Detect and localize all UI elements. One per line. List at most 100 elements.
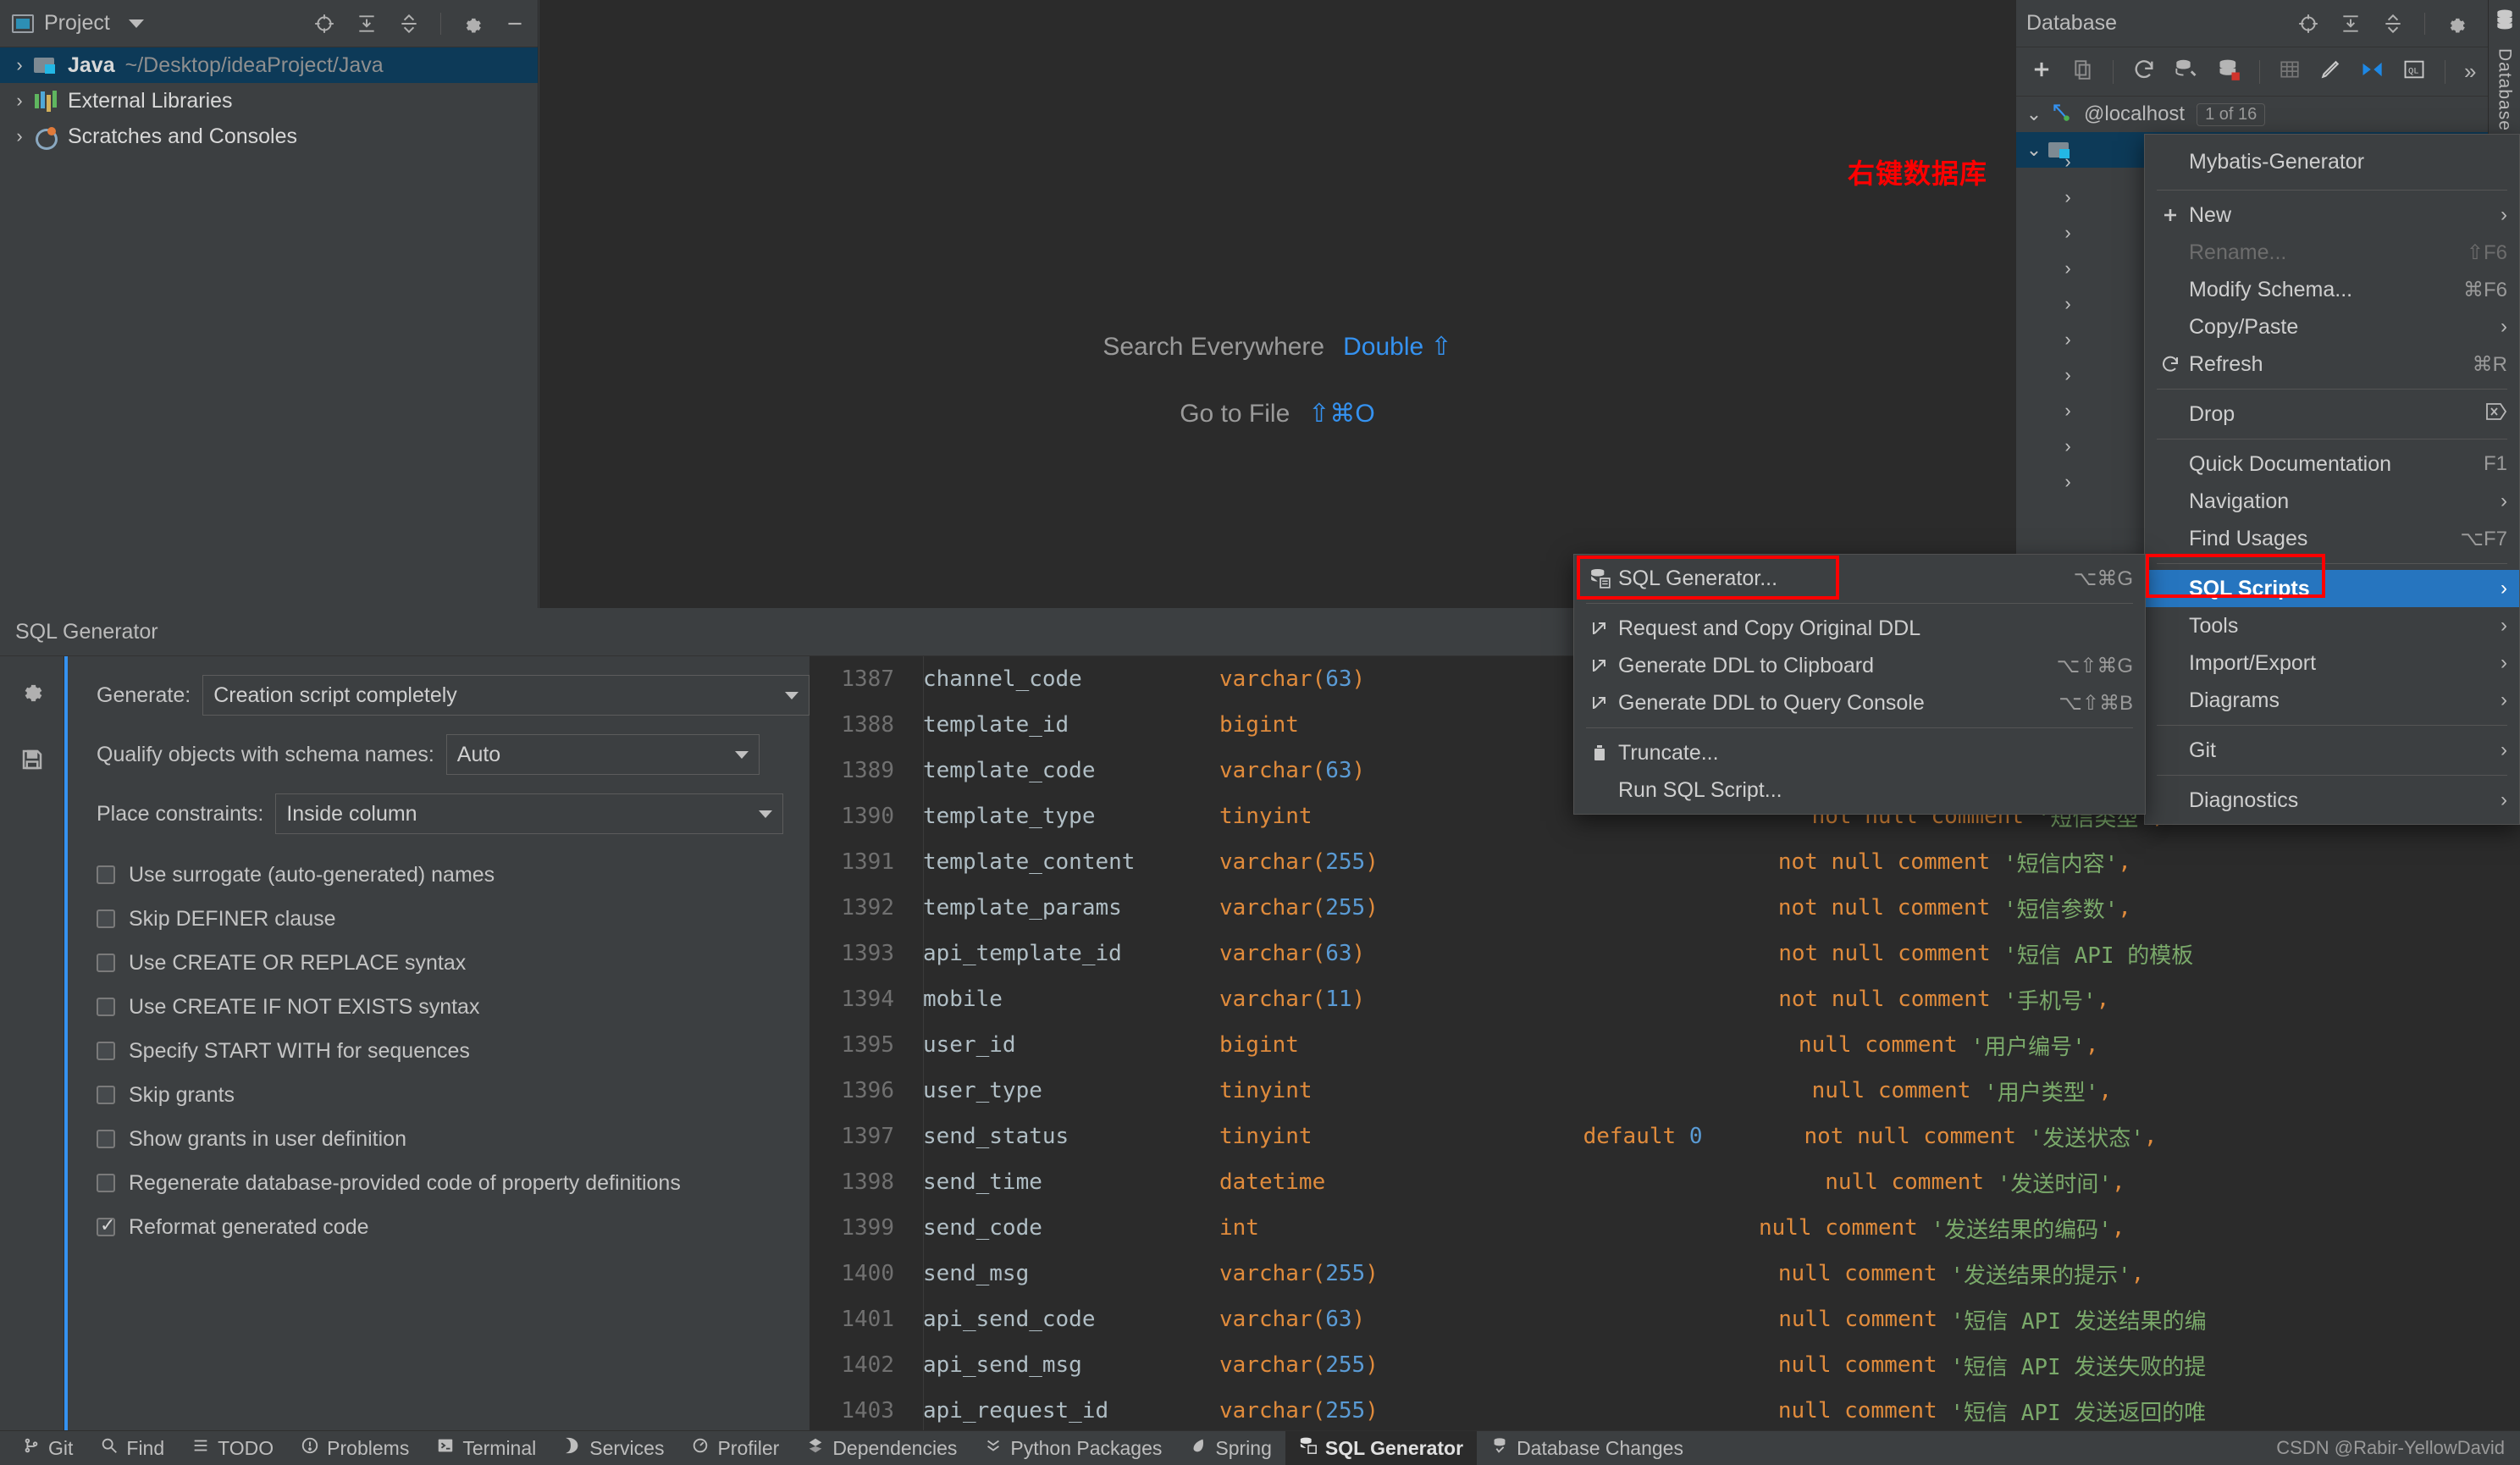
checkbox-skip-definer-clause[interactable]: Skip DEFINER clause bbox=[97, 897, 810, 941]
column-type: varchar bbox=[1219, 1398, 1312, 1424]
menu-item-import-export[interactable]: Import/Export › bbox=[2145, 644, 2519, 682]
gear-icon[interactable] bbox=[461, 13, 484, 35]
more-icon[interactable]: » bbox=[2464, 58, 2476, 85]
menu-item-sql-scripts[interactable]: SQL Scripts › bbox=[2145, 570, 2519, 607]
jump-to-icon[interactable] bbox=[2360, 58, 2384, 86]
minimize-icon[interactable] bbox=[504, 13, 526, 35]
line-number: 1402 bbox=[841, 1352, 894, 1378]
status-item-sql-generator[interactable]: SQL Generator bbox=[1285, 1430, 1478, 1465]
menu-item-quick-documentation[interactable]: Quick Documentation F1 bbox=[2145, 445, 2519, 483]
checkbox-box[interactable] bbox=[97, 865, 115, 884]
datasource-properties-icon[interactable] bbox=[2175, 58, 2198, 86]
collapse-all-icon[interactable] bbox=[356, 13, 378, 35]
modify-icon[interactable] bbox=[2319, 58, 2341, 85]
status-item-todo[interactable]: TODO bbox=[178, 1431, 287, 1465]
gear-icon[interactable] bbox=[19, 678, 45, 708]
expand-collapse-icon[interactable] bbox=[398, 13, 420, 35]
column-comment: '短信内容' bbox=[2003, 851, 2119, 877]
database-stripe-icon[interactable] bbox=[2494, 8, 2516, 35]
menu-item-find-usages[interactable]: Find Usages ⌥F7 bbox=[2145, 520, 2519, 557]
tree-item-external-libraries[interactable]: › External Libraries bbox=[0, 83, 538, 119]
status-item-python-packages[interactable]: Python Packages bbox=[970, 1431, 1175, 1465]
checkbox-use-create-if-not-exists[interactable]: Use CREATE IF NOT EXISTS syntax bbox=[97, 985, 810, 1029]
submenu-item-request-copy-ddl[interactable]: Request and Copy Original DDL bbox=[1574, 610, 2145, 647]
database-drop-icon[interactable] bbox=[2217, 58, 2241, 86]
status-item-profiler[interactable]: Profiler bbox=[677, 1431, 793, 1465]
column-nullability: null comment bbox=[1777, 1261, 1951, 1286]
menu-item-diagrams[interactable]: Diagrams › bbox=[2145, 682, 2519, 719]
expand-all-icon[interactable] bbox=[2382, 13, 2404, 35]
tree-item-scratches[interactable]: › Scratches and Consoles bbox=[0, 119, 538, 154]
checkbox-box[interactable] bbox=[97, 1130, 115, 1148]
checkbox-specify-start-with[interactable]: Specify START WITH for sequences bbox=[97, 1029, 810, 1073]
database-stripe-label[interactable]: Database bbox=[2495, 48, 2515, 131]
generate-select[interactable]: Creation script completely bbox=[202, 675, 810, 716]
context-menu-header[interactable]: Mybatis-Generator bbox=[2145, 140, 2519, 184]
checkbox-regenerate-database-provided-code[interactable]: Regenerate database-provided code of pro… bbox=[97, 1161, 810, 1205]
menu-item-navigation[interactable]: Navigation › bbox=[2145, 483, 2519, 520]
column-comment: '短信参数' bbox=[2003, 897, 2119, 923]
locate-icon[interactable] bbox=[313, 13, 335, 35]
checkbox-use-create-or-replace[interactable]: Use CREATE OR REPLACE syntax bbox=[97, 941, 810, 985]
query-console-icon[interactable]: QL bbox=[2402, 58, 2426, 86]
menu-item-refresh[interactable]: Refresh ⌘R bbox=[2145, 346, 2519, 383]
chevron-down-icon[interactable]: ⌄ bbox=[2023, 103, 2045, 125]
qualify-objects-select[interactable]: Auto bbox=[445, 734, 760, 775]
status-item-spring[interactable]: Spring bbox=[1175, 1431, 1285, 1465]
tree-item-java[interactable]: › Java ~/Desktop/ideaProject/Java bbox=[0, 47, 538, 83]
status-item-find[interactable]: Find bbox=[86, 1431, 178, 1465]
table-editor-icon[interactable] bbox=[2279, 58, 2301, 85]
status-item-problems[interactable]: Problems bbox=[287, 1431, 423, 1465]
submenu-item-generate-ddl-console[interactable]: Generate DDL to Query Console ⌥⇧⌘B bbox=[1574, 684, 2145, 721]
status-item-terminal[interactable]: Terminal bbox=[423, 1431, 550, 1465]
place-constraints-select-value: Inside column bbox=[286, 801, 417, 826]
locate-icon[interactable] bbox=[2297, 13, 2319, 35]
menu-item-drop[interactable]: Drop bbox=[2145, 395, 2519, 433]
status-item-git[interactable]: Git bbox=[8, 1431, 86, 1465]
menu-item-diagnostics[interactable]: Diagnostics › bbox=[2145, 782, 2519, 819]
column-type: varchar bbox=[1219, 1261, 1312, 1286]
status-item-services[interactable]: Services bbox=[550, 1431, 677, 1465]
menu-item-git[interactable]: Git › bbox=[2145, 732, 2519, 769]
database-context-menu: Mybatis-Generator New › Rename... ⇧F6 Mo… bbox=[2144, 134, 2520, 825]
checkbox-box[interactable] bbox=[97, 1086, 115, 1104]
chevron-down-icon[interactable] bbox=[128, 19, 144, 28]
checkbox-box[interactable] bbox=[97, 954, 115, 972]
submenu-item-generate-ddl-clipboard[interactable]: Generate DDL to Clipboard ⌥⇧⌘G bbox=[1574, 647, 2145, 684]
refresh-icon[interactable] bbox=[2132, 58, 2156, 86]
checkbox-use-surrogate-names[interactable]: Use surrogate (auto-generated) names bbox=[97, 853, 810, 897]
checkbox-box[interactable] bbox=[97, 1214, 115, 1236]
line-number: 1387 bbox=[841, 666, 894, 692]
submenu-item-run-sql-script[interactable]: Run SQL Script... bbox=[1574, 771, 2145, 809]
submenu-item-sql-generator[interactable]: SQL Generator... ⌥⌘G bbox=[1574, 560, 2145, 597]
menu-item-copy-paste[interactable]: Copy/Paste › bbox=[2145, 308, 2519, 346]
status-item-database-changes[interactable]: Database Changes bbox=[1477, 1431, 1697, 1465]
column-type: varchar bbox=[1219, 666, 1312, 692]
checkbox-box[interactable] bbox=[97, 1174, 115, 1192]
menu-item-tools[interactable]: Tools › bbox=[2145, 607, 2519, 644]
checkbox-reformat-generated-code[interactable]: Reformat generated code bbox=[97, 1205, 810, 1249]
menu-item-new[interactable]: New › bbox=[2145, 196, 2519, 234]
add-icon[interactable] bbox=[2030, 58, 2053, 86]
checkbox-box[interactable] bbox=[97, 909, 115, 928]
chevron-right-icon[interactable]: › bbox=[8, 54, 30, 76]
duplicate-icon[interactable] bbox=[2072, 58, 2094, 85]
line-number: 1397 bbox=[841, 1124, 894, 1149]
submenu-item-truncate[interactable]: Truncate... bbox=[1574, 734, 2145, 771]
column-nullability: not null comment bbox=[1804, 1124, 2030, 1149]
checkbox-box[interactable] bbox=[97, 998, 115, 1016]
gear-icon[interactable] bbox=[2445, 13, 2468, 35]
checkbox-box[interactable] bbox=[97, 1042, 115, 1060]
collapse-all-icon[interactable] bbox=[2340, 13, 2362, 35]
checkbox-skip-grants[interactable]: Skip grants bbox=[97, 1073, 810, 1117]
chevron-right-icon[interactable]: › bbox=[8, 90, 30, 112]
place-constraints-select[interactable]: Inside column bbox=[275, 793, 784, 834]
status-item-dependencies[interactable]: Dependencies bbox=[793, 1431, 970, 1465]
save-icon[interactable] bbox=[19, 747, 45, 777]
checkbox-show-grants-in-user-definition[interactable]: Show grants in user definition bbox=[97, 1117, 810, 1161]
chevron-down-icon bbox=[759, 810, 773, 818]
chevron-right-icon[interactable]: › bbox=[8, 125, 30, 147]
db-connection-localhost[interactable]: ⌄ @localhost 1 of 16 bbox=[2016, 97, 2520, 132]
watermark: CSDN @Rabir-YellowDavid bbox=[2276, 1437, 2505, 1458]
menu-item-modify-schema[interactable]: Modify Schema... ⌘F6 bbox=[2145, 271, 2519, 308]
